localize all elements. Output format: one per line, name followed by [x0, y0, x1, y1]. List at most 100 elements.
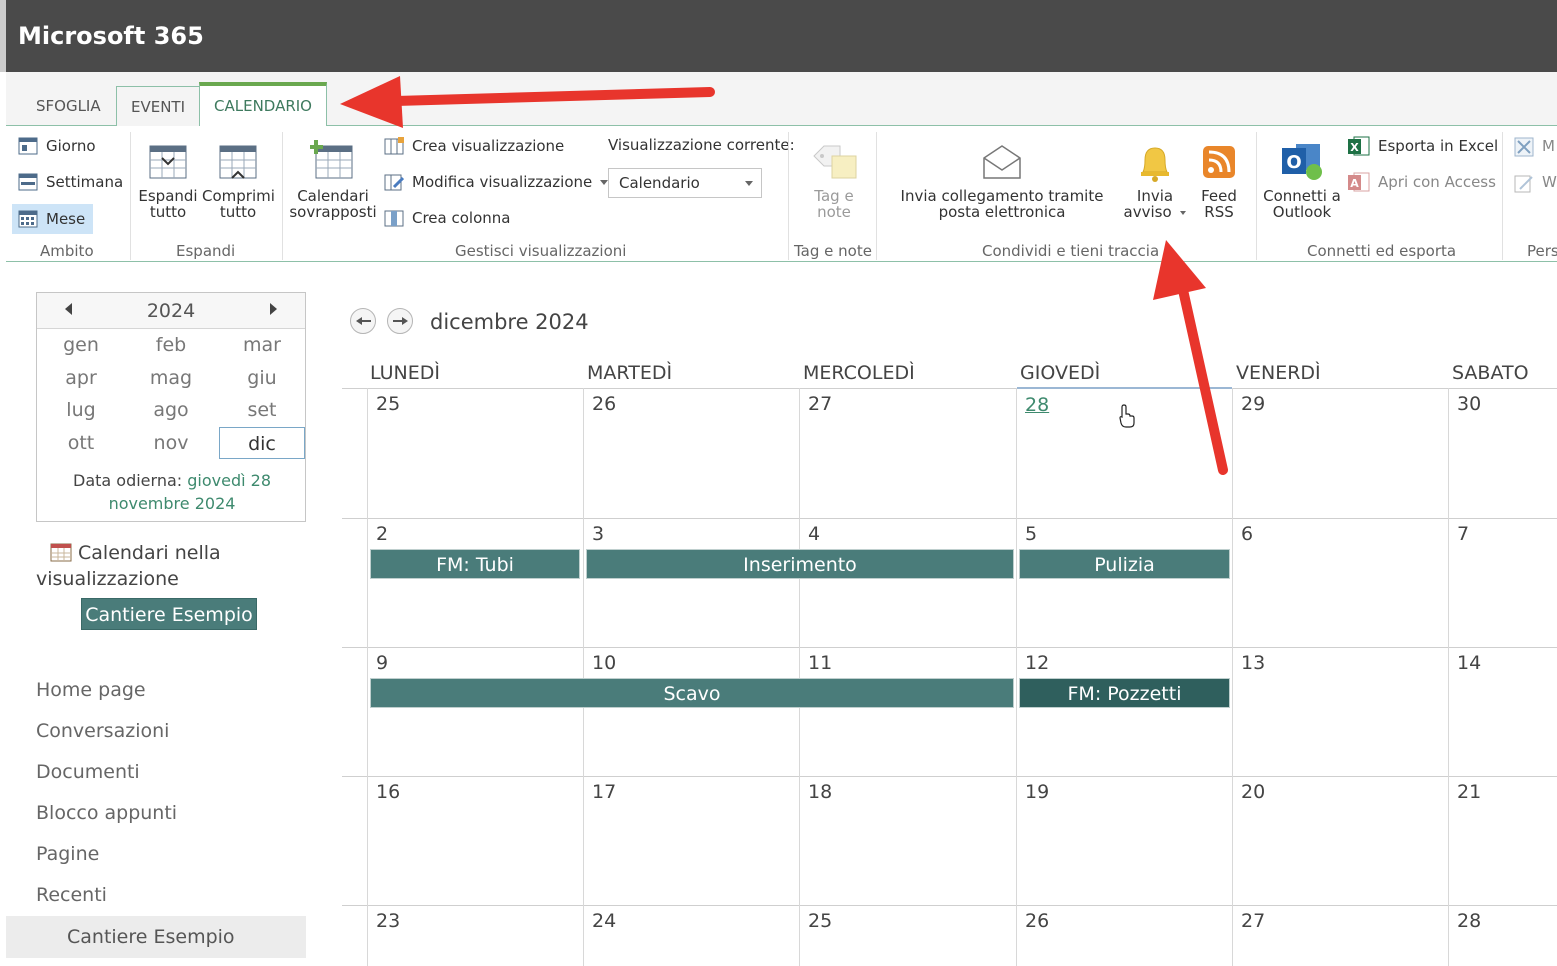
connect-outlook-button[interactable]: O Connetti a Outlook: [1262, 140, 1342, 220]
today-link-line1[interactable]: giovedì 28: [187, 471, 271, 490]
today-day-link[interactable]: 28: [1025, 394, 1049, 416]
grid-line: [799, 388, 800, 966]
calendars-in-view: Calendari nella visualizzazione: [36, 540, 306, 592]
day-view-button[interactable]: Giorno: [16, 134, 98, 158]
day-cell-number[interactable]: 18: [808, 781, 832, 803]
day-cell-number[interactable]: 3: [592, 523, 604, 545]
previous-month-button[interactable]: [350, 308, 376, 334]
today-link-line2[interactable]: novembre 2024: [109, 494, 236, 513]
create-column-label: Crea colonna: [412, 209, 511, 227]
day-cell-number[interactable]: 21: [1457, 781, 1481, 803]
chevron-down-icon: [1180, 211, 1187, 215]
month-mar[interactable]: mar: [218, 329, 306, 361]
month-dec[interactable]: dic: [219, 427, 305, 459]
personal-item-2[interactable]: W: [1514, 170, 1557, 194]
day-cell-number[interactable]: 26: [1025, 910, 1049, 932]
app-title[interactable]: Microsoft 365: [18, 22, 204, 50]
create-view-label: Crea visualizzazione: [412, 137, 565, 155]
group-label-pers: Pers: [1527, 242, 1557, 260]
month-jan[interactable]: gen: [37, 329, 125, 361]
day-header-thursday: GIOVEDÌ: [1020, 362, 1101, 384]
day-cell-number[interactable]: 17: [592, 781, 616, 803]
tab-calendario[interactable]: CALENDARIO: [199, 82, 327, 127]
month-view-label: Mese: [46, 210, 86, 228]
current-view-select[interactable]: Calendario: [608, 168, 762, 198]
nav-conversations[interactable]: Conversazioni: [36, 720, 169, 742]
create-column-button[interactable]: Crea colonna: [384, 206, 510, 230]
export-excel-button[interactable]: X Esporta in Excel: [1348, 134, 1498, 158]
modify-view-button[interactable]: Modifica visualizzazione: [384, 170, 609, 194]
tags-notes-button[interactable]: Tag e note: [802, 142, 866, 220]
week-calendar-icon: [18, 173, 38, 191]
nav-current-site[interactable]: Cantiere Esempio: [6, 916, 306, 958]
event-scavo[interactable]: Scavo: [370, 678, 1014, 708]
month-oct[interactable]: ott: [37, 427, 125, 459]
day-cell-number[interactable]: 28: [1457, 910, 1481, 932]
event-inserimento[interactable]: Inserimento: [586, 549, 1014, 579]
day-cell-number[interactable]: 5: [1025, 523, 1037, 545]
day-cell-number[interactable]: 19: [1025, 781, 1049, 803]
day-cell-number[interactable]: 6: [1241, 523, 1253, 545]
group-label-tag-note: Tag e note: [794, 242, 872, 260]
personal-item-1[interactable]: M: [1514, 134, 1555, 158]
day-cell-number[interactable]: 10: [592, 652, 616, 674]
month-nov[interactable]: nov: [127, 427, 215, 459]
day-cell-number[interactable]: 13: [1241, 652, 1265, 674]
day-cell-number[interactable]: 11: [808, 652, 832, 674]
collapse-all-button[interactable]: Comprimi tutto: [202, 142, 275, 220]
day-cell-number[interactable]: 12: [1025, 652, 1049, 674]
day-cell-number[interactable]: 7: [1457, 523, 1469, 545]
week-view-button[interactable]: Settimana: [16, 170, 125, 194]
event-fm-pozzetti[interactable]: FM: Pozzetti: [1019, 678, 1230, 708]
nav-notebook[interactable]: Blocco appunti: [36, 802, 177, 824]
day-header-tuesday: MARTEDÌ: [587, 362, 673, 384]
day-cell-number[interactable]: 26: [592, 393, 616, 415]
nav-recent[interactable]: Recenti: [36, 884, 107, 906]
tools-icon: [1514, 137, 1534, 157]
tab-eventi[interactable]: EVENTI: [116, 86, 201, 127]
access-icon: A: [1348, 171, 1370, 193]
month-apr[interactable]: apr: [37, 362, 125, 394]
month-jun[interactable]: giu: [218, 362, 306, 394]
day-cell-number[interactable]: 29: [1241, 393, 1265, 415]
send-alert-button[interactable]: Invia avviso: [1122, 142, 1188, 220]
day-cell-number[interactable]: 25: [808, 910, 832, 932]
overlay-calendars-button[interactable]: Calendari sovrapposti: [288, 138, 378, 220]
nav-documents[interactable]: Documenti: [36, 761, 140, 783]
month-view-button[interactable]: Mese: [12, 204, 94, 234]
month-aug[interactable]: ago: [127, 394, 215, 426]
event-pulizia[interactable]: Pulizia: [1019, 549, 1230, 579]
create-view-button[interactable]: Crea visualizzazione: [384, 134, 564, 158]
day-cell-number[interactable]: 20: [1241, 781, 1265, 803]
day-cell-number[interactable]: 23: [376, 910, 400, 932]
day-cell-number[interactable]: 2: [376, 523, 388, 545]
calendar-chip[interactable]: Cantiere Esempio: [81, 598, 257, 630]
day-cell-number[interactable]: 24: [592, 910, 616, 932]
month-jul[interactable]: lug: [37, 394, 125, 426]
open-access-button[interactable]: A Apri con Access: [1348, 170, 1496, 194]
calendars-in-view-label-2: visualizzazione: [36, 568, 179, 590]
day-cell-number[interactable]: 27: [808, 393, 832, 415]
day-cell-number[interactable]: 16: [376, 781, 400, 803]
day-cell-number[interactable]: 9: [376, 652, 388, 674]
rss-feed-button[interactable]: Feed RSS: [1192, 142, 1246, 220]
nav-pages[interactable]: Pagine: [36, 843, 99, 865]
today-highlight: [1017, 387, 1232, 389]
next-year-icon[interactable]: [270, 303, 277, 315]
day-cell-number[interactable]: 30: [1457, 393, 1481, 415]
expand-all-button[interactable]: Espandi tutto: [138, 142, 198, 220]
grid-line: [583, 388, 584, 966]
ribbon-tabs: SFOGLIA EVENTI CALENDARIO: [6, 72, 1557, 127]
next-month-button[interactable]: [387, 308, 413, 334]
day-cell-number[interactable]: 14: [1457, 652, 1481, 674]
month-sep[interactable]: set: [218, 394, 306, 426]
event-fm-tubi[interactable]: FM: Tubi: [370, 549, 580, 579]
day-cell-number[interactable]: 27: [1241, 910, 1265, 932]
month-may[interactable]: mag: [127, 362, 215, 394]
email-link-button[interactable]: Invia collegamento tramite posta elettro…: [882, 142, 1122, 220]
day-cell-number[interactable]: 4: [808, 523, 820, 545]
day-cell-number[interactable]: 25: [376, 393, 400, 415]
tab-sfoglia[interactable]: SFOGLIA: [22, 86, 115, 126]
nav-home[interactable]: Home page: [36, 679, 146, 701]
month-feb[interactable]: feb: [127, 329, 215, 361]
